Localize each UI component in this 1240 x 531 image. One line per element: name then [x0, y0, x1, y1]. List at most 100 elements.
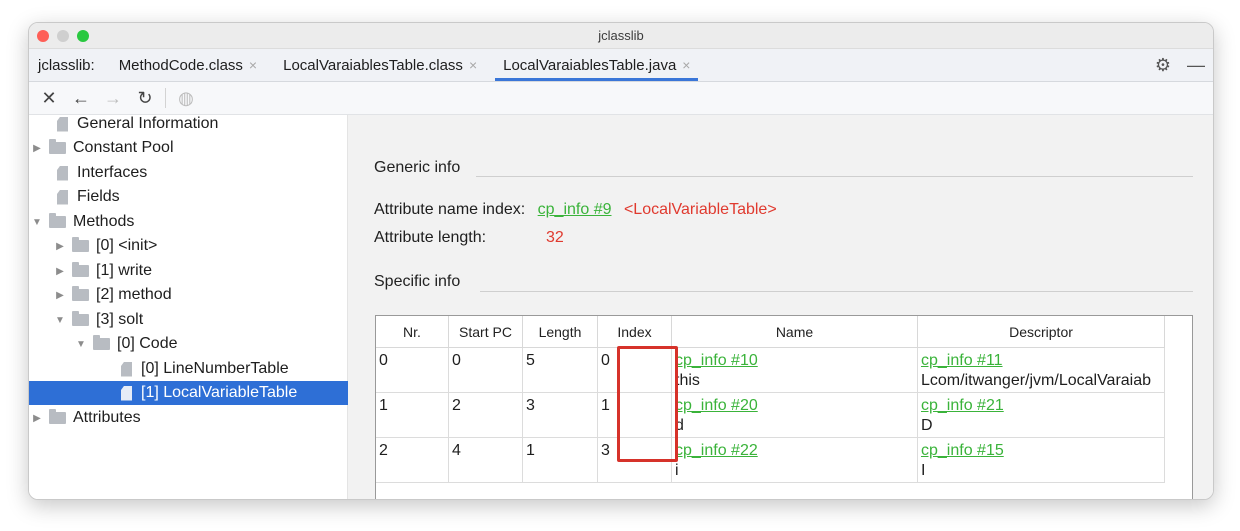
window-title: jclasslib: [598, 28, 644, 43]
column-header-index[interactable]: Index: [597, 316, 672, 348]
descriptor-value: I: [921, 462, 926, 479]
expand-arrow-icon[interactable]: ▶: [54, 241, 66, 252]
cell-descriptor: cp_info #21 D: [917, 392, 1165, 438]
close-tab-icon[interactable]: ×: [469, 57, 477, 73]
name-value: i: [675, 462, 679, 479]
folder-icon: [49, 139, 66, 154]
forward-arrow-icon[interactable]: →: [101, 86, 125, 110]
name-cp-link[interactable]: cp_info #10: [675, 352, 758, 369]
cell-length: 1: [522, 437, 598, 483]
tree-item-method-method[interactable]: ▶ [2] method: [29, 283, 372, 307]
close-window-button[interactable]: [37, 30, 49, 42]
name-cp-link[interactable]: cp_info #20: [675, 397, 758, 414]
local-variable-table: Nr. Start PC Length Index Name Descripto…: [375, 315, 1193, 499]
cell-name: cp_info #22 i: [671, 437, 918, 483]
name-cp-link[interactable]: cp_info #22: [675, 442, 758, 459]
cell-descriptor: cp_info #15 I: [917, 437, 1165, 483]
descriptor-cp-link[interactable]: cp_info #15: [921, 442, 1004, 459]
folder-icon: [49, 409, 66, 424]
tab-label: MethodCode.class: [118, 56, 243, 74]
cell-nr: 1: [376, 392, 449, 438]
folder-icon: [72, 237, 89, 252]
tree-item-attributes[interactable]: ▶ Attributes: [29, 406, 349, 430]
tree-item-label: Attributes: [73, 409, 141, 426]
tree-item-constant-pool[interactable]: ▶ Constant Pool: [29, 136, 349, 160]
tree-item-interfaces[interactable]: Interfaces: [29, 161, 372, 185]
close-icon[interactable]: ✕: [37, 86, 61, 110]
column-header-nr[interactable]: Nr.: [376, 316, 449, 348]
tree-item-label: [2] method: [96, 286, 172, 303]
column-header-descriptor[interactable]: Descriptor: [917, 316, 1165, 348]
tab-local-variables-java[interactable]: LocalVaraiablesTable.java ×: [493, 49, 700, 81]
expand-arrow-icon[interactable]: ▶: [54, 266, 66, 277]
attribute-name-index-row: Attribute name index: cp_info #9 <LocalV…: [374, 201, 777, 219]
detail-panel: Generic info Attribute name index: cp_in…: [348, 115, 1213, 499]
gear-icon[interactable]: ⚙: [1155, 55, 1171, 76]
title-bar: jclasslib: [29, 23, 1213, 49]
web-icon[interactable]: ◍: [174, 86, 198, 110]
close-tab-icon[interactable]: ×: [249, 57, 257, 73]
collapse-arrow-icon[interactable]: ▼: [54, 315, 66, 326]
tree-item-method-init[interactable]: ▶ [0] <init>: [29, 234, 372, 258]
collapse-arrow-icon[interactable]: ▼: [75, 339, 87, 350]
tab-method-code[interactable]: MethodCode.class ×: [109, 49, 267, 81]
toolbar-divider: [165, 88, 166, 108]
tree-item-fields[interactable]: Fields: [29, 185, 372, 209]
file-icon: [57, 189, 68, 205]
attribute-length-row: Attribute length: 32: [374, 229, 564, 247]
tree-item-label: Fields: [77, 188, 120, 205]
tree-item-method-write[interactable]: ▶ [1] write: [29, 259, 372, 283]
back-arrow-icon[interactable]: ←: [69, 86, 93, 110]
cell-length: 3: [522, 392, 598, 438]
tree-item-general-information[interactable]: General Information: [29, 112, 372, 136]
close-tab-icon[interactable]: ×: [682, 57, 690, 73]
expand-arrow-icon[interactable]: ▶: [54, 290, 66, 301]
editor-tabs: jclasslib: MethodCode.class × LocalVarai…: [29, 49, 1213, 82]
table-row[interactable]: 1 2 3 1 cp_info #20 d cp_info #21 D: [376, 392, 1165, 438]
folder-icon: [49, 213, 66, 228]
file-icon: [57, 165, 68, 181]
expand-arrow-icon[interactable]: ▶: [31, 413, 43, 424]
column-header-name[interactable]: Name: [671, 316, 918, 348]
minus-icon[interactable]: —: [1187, 55, 1205, 76]
zoom-window-button[interactable]: [77, 30, 89, 42]
column-header-start-pc[interactable]: Start PC: [448, 316, 523, 348]
attribute-name-index-label: Attribute name index:: [374, 201, 526, 218]
folder-icon: [72, 311, 89, 326]
tree-item-label: Interfaces: [77, 164, 148, 181]
attribute-name-index-link[interactable]: cp_info #9: [538, 201, 612, 218]
table-row[interactable]: 2 4 1 3 cp_info #22 i cp_info #15 I: [376, 437, 1165, 483]
section-divider: [476, 176, 1193, 177]
column-header-length[interactable]: Length: [522, 316, 598, 348]
tree-item-label: [0] LineNumberTable: [141, 360, 289, 377]
tree-item-label: Methods: [73, 213, 135, 230]
cell-descriptor: cp_info #11 Lcom/itwanger/jvm/LocalVarai…: [917, 347, 1165, 393]
minimize-window-button[interactable]: [57, 30, 69, 42]
file-icon: [57, 116, 68, 132]
reload-icon[interactable]: ↻: [133, 86, 157, 110]
file-icon: [121, 385, 132, 401]
tree-item-label: [1] write: [96, 262, 153, 279]
tree-item-code[interactable]: ▼ [0] Code: [29, 332, 393, 356]
specific-info-title: Specific info: [374, 273, 461, 290]
table-row[interactable]: 0 0 5 0 cp_info #10 this cp_info #11 Lco…: [376, 347, 1165, 393]
descriptor-value: Lcom/itwanger/jvm/LocalVaraiab: [921, 372, 1152, 389]
section-divider: [480, 291, 1193, 292]
descriptor-value: D: [921, 417, 933, 434]
tree-item-method-solt[interactable]: ▼ [3] solt: [29, 308, 372, 332]
descriptor-cp-link[interactable]: cp_info #21: [921, 397, 1004, 414]
generic-info-title: Generic info: [374, 159, 461, 176]
tab-local-variables-class[interactable]: LocalVaraiablesTable.class ×: [273, 49, 487, 81]
descriptor-cp-link[interactable]: cp_info #11: [921, 352, 1003, 369]
attribute-length-value: 32: [546, 229, 564, 246]
tab-label: LocalVaraiablesTable.java: [503, 56, 677, 74]
tree-item-label: General Information: [77, 115, 219, 132]
collapse-arrow-icon[interactable]: ▼: [31, 217, 43, 228]
window-controls: [37, 30, 89, 42]
tree-item-methods[interactable]: ▼ Methods: [29, 210, 349, 234]
expand-arrow-icon[interactable]: ▶: [31, 143, 43, 154]
cell-name: cp_info #10 this: [671, 347, 918, 393]
cell-length: 5: [522, 347, 598, 393]
cell-start-pc: 2: [448, 392, 523, 438]
app-label: jclasslib:: [38, 56, 95, 74]
